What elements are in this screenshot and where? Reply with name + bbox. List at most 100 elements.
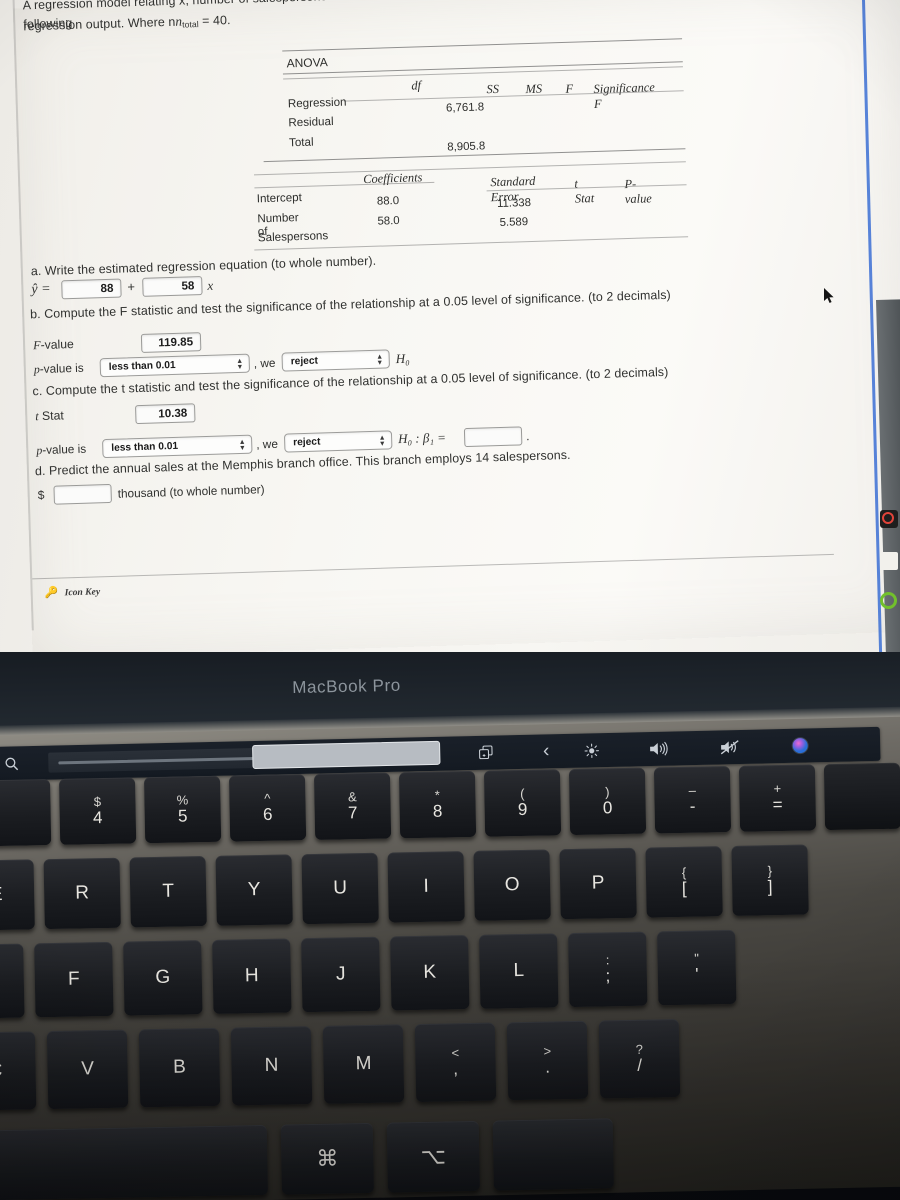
key-y[interactable]: Y [215, 854, 293, 926]
key-c[interactable]: C [0, 1031, 37, 1111]
key-9[interactable]: ( 9 [483, 769, 562, 837]
part-b-pvalue-label-wrap: pp-value is-value is [34, 361, 84, 378]
key-n[interactable]: N [230, 1026, 313, 1106]
key-8[interactable]: * 8 [398, 770, 477, 839]
part-b-h0-label: H₀ [395, 350, 410, 367]
key-e[interactable]: E [0, 859, 35, 931]
key-slash[interactable]: ? / [598, 1019, 681, 1099]
stepper-arrows-icon[interactable]: ▲ ▼ [377, 432, 388, 449]
key-p[interactable]: P [559, 847, 637, 920]
anova-rule-top [282, 38, 683, 52]
part-c-pvalue-select[interactable]: less than 0.01 ▲ ▼ [102, 434, 253, 459]
siri-icon[interactable] [788, 734, 812, 757]
search-icon[interactable] [0, 752, 22, 774]
key-comma[interactable]: < , [414, 1022, 497, 1103]
key-r[interactable]: R [43, 857, 121, 930]
f-value-input[interactable]: 119.85 [140, 332, 202, 353]
anova-row-total-ss: 8,905.8 [447, 140, 486, 154]
key-0-shift: ) [605, 784, 610, 800]
key-equals-shift: + [773, 781, 782, 797]
dock-icon-record[interactable] [880, 510, 898, 528]
key-u-label: U [333, 877, 348, 899]
key-8-shift: * [434, 787, 441, 803]
key-i-label: I [423, 875, 429, 897]
key-quote[interactable]: " ' [657, 929, 737, 1006]
dock-icon-green[interactable] [880, 592, 898, 610]
key-g[interactable]: G [123, 940, 203, 1016]
space-bar[interactable] [0, 1124, 269, 1200]
key-0[interactable]: ) 0 [568, 767, 647, 836]
beta1-input[interactable] [463, 426, 523, 448]
key-equals[interactable]: + = [738, 764, 817, 832]
key-7[interactable]: & 7 [313, 772, 392, 840]
key-bracket-left-shift: { [681, 864, 687, 880]
part-b-pvalue-select[interactable]: less than 0.01 ▲ ▼ [99, 353, 251, 378]
key-f[interactable]: F [34, 941, 114, 1018]
stepper-arrows-icon[interactable]: ▲ ▼ [237, 437, 248, 454]
intercept-input[interactable]: 88 [61, 278, 122, 300]
key-quote-label: ' [695, 964, 699, 984]
key-8-label: 8 [432, 801, 443, 821]
chevron-left-icon[interactable]: ‹ [536, 740, 556, 762]
key-e-label: E [0, 883, 3, 906]
predicted-sales-input[interactable] [53, 483, 112, 505]
key-u[interactable]: U [301, 852, 379, 925]
key-k[interactable]: K [390, 935, 470, 1011]
part-c-period: . [525, 429, 530, 444]
stepper-arrows-icon[interactable]: ▲ ▼ [235, 356, 246, 373]
mute-icon[interactable] [717, 736, 743, 759]
stepper-arrows-icon[interactable]: ▲ ▼ [374, 352, 385, 369]
key-j[interactable]: J [301, 936, 381, 1013]
key-9-shift: ( [520, 785, 525, 802]
key-period-label: . [545, 1057, 551, 1077]
key-t[interactable]: T [129, 856, 207, 928]
part-b-we-label: , we [253, 355, 276, 371]
part-c-pvalue-select-value: less than 0.01 [111, 440, 179, 454]
key-h[interactable]: H [212, 938, 292, 1014]
key-bracket-right-shift: } [767, 863, 773, 879]
document-body: A regression model relating x, number of… [0, 0, 877, 632]
key-i[interactable]: I [387, 851, 465, 923]
key-b[interactable]: B [138, 1027, 221, 1108]
key-semicolon[interactable]: : ; [568, 931, 648, 1008]
key-7-shift: & [347, 789, 357, 805]
f-value-label-wrap: F-value [33, 337, 74, 353]
t-stat-input[interactable]: 10.38 [134, 403, 196, 425]
key-o[interactable]: O [473, 849, 551, 921]
volume-up-icon[interactable] [646, 738, 672, 761]
coef-row-intercept-value: 88.0 [376, 195, 400, 208]
f-value-label-suffix: -value [40, 337, 74, 353]
command-key[interactable]: ⌘ [280, 1122, 374, 1195]
option-key[interactable]: ⌥ [386, 1120, 480, 1193]
screenshot-root: A regression model relating x, number of… [0, 0, 900, 1200]
key-l[interactable]: L [479, 933, 559, 1009]
key-4-shift: $ [93, 794, 102, 810]
key-d[interactable] [0, 943, 25, 1020]
yhat-label: ŷ = [31, 281, 51, 298]
new-window-icon[interactable] [474, 741, 498, 764]
key-bracket-right[interactable]: } ] [731, 844, 809, 916]
key-6[interactable]: ^ 6 [228, 774, 307, 842]
part-b-decision-select[interactable]: reject ▲ ▼ [281, 349, 390, 372]
key-5[interactable]: % 5 [143, 775, 222, 844]
keyboard-bottom-row: C V B N M < , > . ? / [0, 1019, 681, 1111]
part-c-h0-beta-label: H₀ : β₁ = [397, 429, 447, 447]
key-delete[interactable] [823, 762, 900, 831]
anova-col-significance-f: Significance F [593, 80, 655, 111]
part-c-decision-select[interactable]: reject ▲ ▼ [283, 430, 393, 453]
dock-icon-document[interactable] [880, 552, 898, 570]
key-minus[interactable]: – - [653, 765, 732, 834]
key-v[interactable]: V [46, 1029, 129, 1110]
key-partial-3[interactable] [0, 779, 52, 847]
brightness-icon[interactable] [580, 739, 602, 761]
slope-input[interactable]: 58 [142, 276, 203, 297]
coef-col-t-stat: t Stat [574, 176, 595, 206]
key-right-extra[interactable] [492, 1118, 614, 1191]
touchbar-highlighted-button[interactable] [252, 740, 441, 770]
coef-row-intercept-stderr: 11.338 [496, 196, 532, 211]
key-4[interactable]: $ 4 [58, 777, 137, 845]
key-period[interactable]: > . [506, 1020, 589, 1101]
part-c-pvalue-text: -value is [42, 441, 87, 458]
key-m[interactable]: M [322, 1024, 405, 1104]
key-bracket-left[interactable]: { [ [645, 846, 723, 918]
